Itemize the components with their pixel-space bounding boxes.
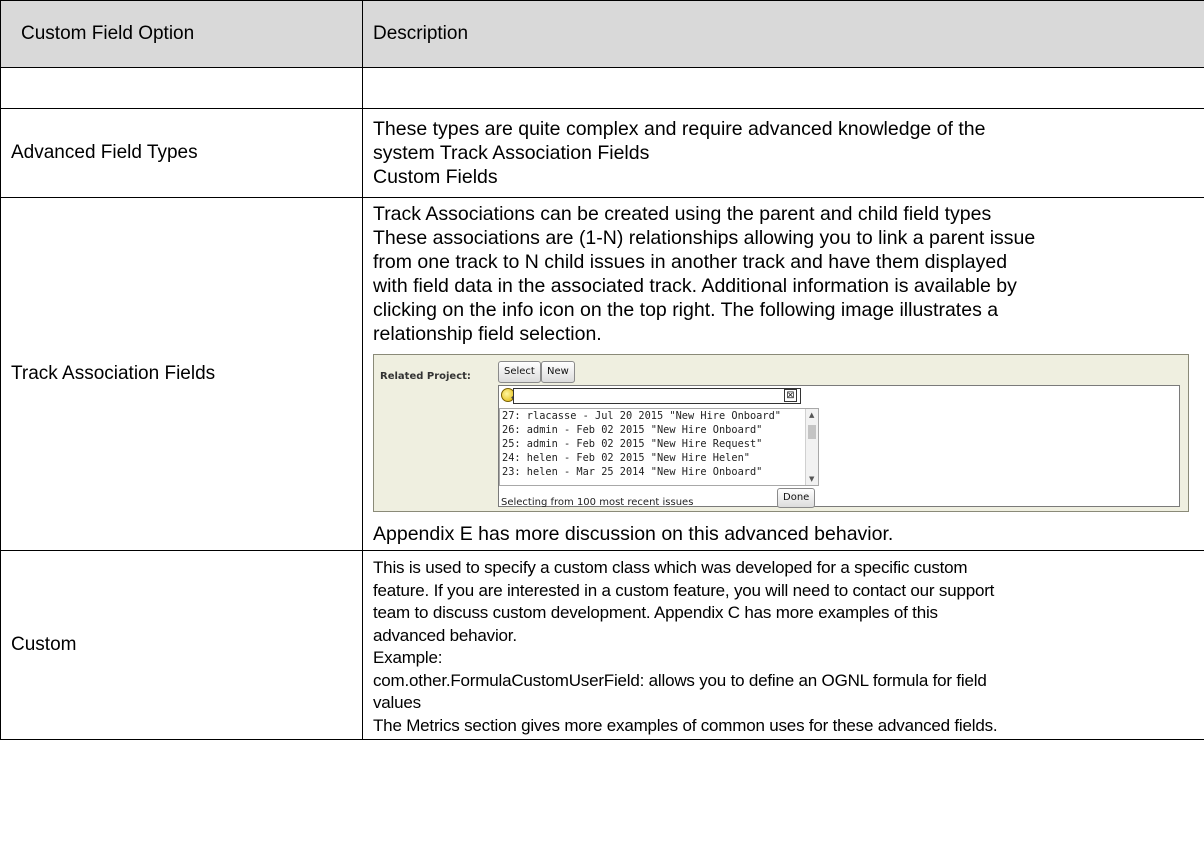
table-row [0, 67, 1204, 109]
description-line: team to discuss custom development. Appe… [373, 603, 938, 622]
list-item[interactable]: 25: admin - Feb 02 2015 "New Hire Reques… [500, 437, 818, 451]
empty-cell [0, 67, 363, 109]
scroll-up-icon[interactable]: ▲ [809, 411, 814, 419]
list-scrollbar[interactable]: ▲ ▼ [805, 409, 818, 485]
description-line: clicking on the info icon on the top rig… [373, 299, 999, 321]
description-track-association-fields: Track Associations can be created using … [362, 197, 1204, 551]
description-line: Custom Fields [373, 166, 498, 188]
description-line: feature. If you are interested in a cust… [373, 580, 995, 600]
description-line: This is used to specify a custom class w… [373, 558, 968, 577]
description-line: Appendix E has more discussion on this a… [373, 523, 894, 545]
description-custom: This is used to specify a custom class w… [362, 550, 1204, 740]
description-line: com.other.FormulaCustomUserField: allows… [373, 670, 987, 690]
description-advanced-field-types: These types are quite complex and requir… [362, 108, 1204, 198]
description-line: from one track to N child issues in anot… [373, 251, 1008, 273]
option-advanced-field-types: Advanced Field Types [0, 108, 363, 198]
description-line: Track Associations can be created using … [373, 203, 992, 225]
table-header-row: Custom Field Option Description [0, 0, 1204, 68]
selection-status: Selecting from 100 most recent issues [501, 497, 694, 508]
list-item[interactable]: 23: helen - Mar 25 2014 "New Hire Onboar… [500, 465, 818, 479]
custom-field-options-table: Custom Field Option Description Advanced… [0, 0, 1204, 740]
new-button[interactable]: New [541, 361, 575, 383]
done-button[interactable]: Done [777, 488, 816, 508]
description-line: Example: [373, 648, 443, 667]
empty-cell [362, 67, 1204, 109]
header-description: Description [362, 0, 1204, 68]
related-project-label: Related Project: [380, 371, 471, 382]
description-line: system Track Association Fields [373, 142, 650, 164]
scroll-thumb[interactable] [808, 425, 816, 439]
search-row: ⊠ [499, 388, 1179, 404]
table-row: Custom This is used to specify a custom … [0, 550, 1204, 740]
description-line: relationship field selection. [373, 323, 602, 345]
option-custom: Custom [0, 550, 363, 740]
option-track-association-fields: Track Association Fields [0, 197, 363, 551]
description-line: The Metrics section gives more examples … [373, 715, 998, 735]
issue-picker: ⊠ 27: rlacasse - Jul 20 2015 "New Hire O… [498, 385, 1180, 508]
description-line: These types are quite complex and requir… [373, 118, 986, 140]
table-row: Track Association Fields Track Associati… [0, 197, 1204, 551]
clear-icon[interactable]: ⊠ [784, 389, 797, 402]
search-input[interactable] [513, 388, 801, 404]
description-line: with field data in the associated track.… [373, 275, 1017, 297]
select-button[interactable]: Select [498, 361, 541, 383]
list-item[interactable]: 26: admin - Feb 02 2015 "New Hire Onboar… [500, 423, 818, 437]
issue-list[interactable]: 27: rlacasse - Jul 20 2015 "New Hire Onb… [499, 408, 819, 486]
description-line: advanced behavior. [373, 625, 517, 645]
list-item[interactable]: 27: rlacasse - Jul 20 2015 "New Hire Onb… [500, 409, 818, 423]
description-line: These associations are (1-N) relationshi… [373, 227, 1036, 249]
header-option: Custom Field Option [0, 0, 363, 68]
table-row: Advanced Field Types These types are qui… [0, 108, 1204, 198]
relationship-field-screenshot: Related Project: Select New ⊠ 27: rlacas… [373, 354, 1189, 512]
description-line: values [373, 693, 421, 712]
scroll-down-icon[interactable]: ▼ [809, 475, 814, 483]
list-item[interactable]: 24: helen - Feb 02 2015 "New Hire Helen" [500, 451, 818, 465]
